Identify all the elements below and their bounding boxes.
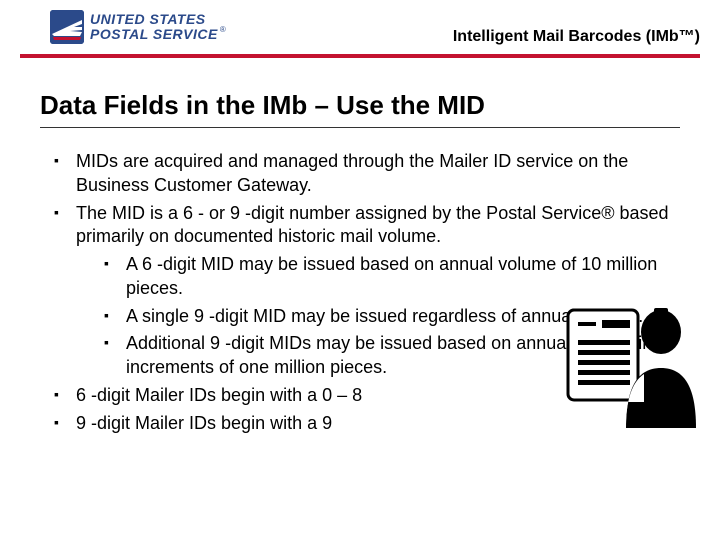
slide-title: Data Fields in the IMb – Use the MID (40, 90, 680, 121)
registered-mark: ® (220, 26, 226, 34)
slide: UNITED STATES POSTAL SERVICE ® Intellige… (0, 0, 720, 540)
usps-wordmark: UNITED STATES POSTAL SERVICE ® (90, 12, 226, 41)
bullet-text: 6 -digit Mailer IDs begin with a 0 – 8 (76, 385, 362, 405)
bullet-text: MIDs are acquired and managed through th… (76, 151, 628, 195)
usps-eagle-logo-icon (50, 10, 84, 44)
bullet-item: MIDs are acquired and managed through th… (54, 150, 680, 198)
mailer-id-clipart-icon (566, 290, 696, 430)
bullet-text: 9 -digit Mailer IDs begin with a 9 (76, 413, 332, 433)
brand-line1: UNITED STATES (90, 12, 226, 27)
header-divider (20, 54, 700, 58)
header: UNITED STATES POSTAL SERVICE ® Intellige… (0, 0, 720, 60)
bullet-text: The MID is a 6 - or 9 -digit number assi… (76, 203, 669, 247)
header-title: Intelligent Mail Barcodes (IMb™) (453, 28, 700, 46)
brand-line2: POSTAL SERVICE (90, 27, 218, 42)
title-underline (40, 127, 680, 128)
